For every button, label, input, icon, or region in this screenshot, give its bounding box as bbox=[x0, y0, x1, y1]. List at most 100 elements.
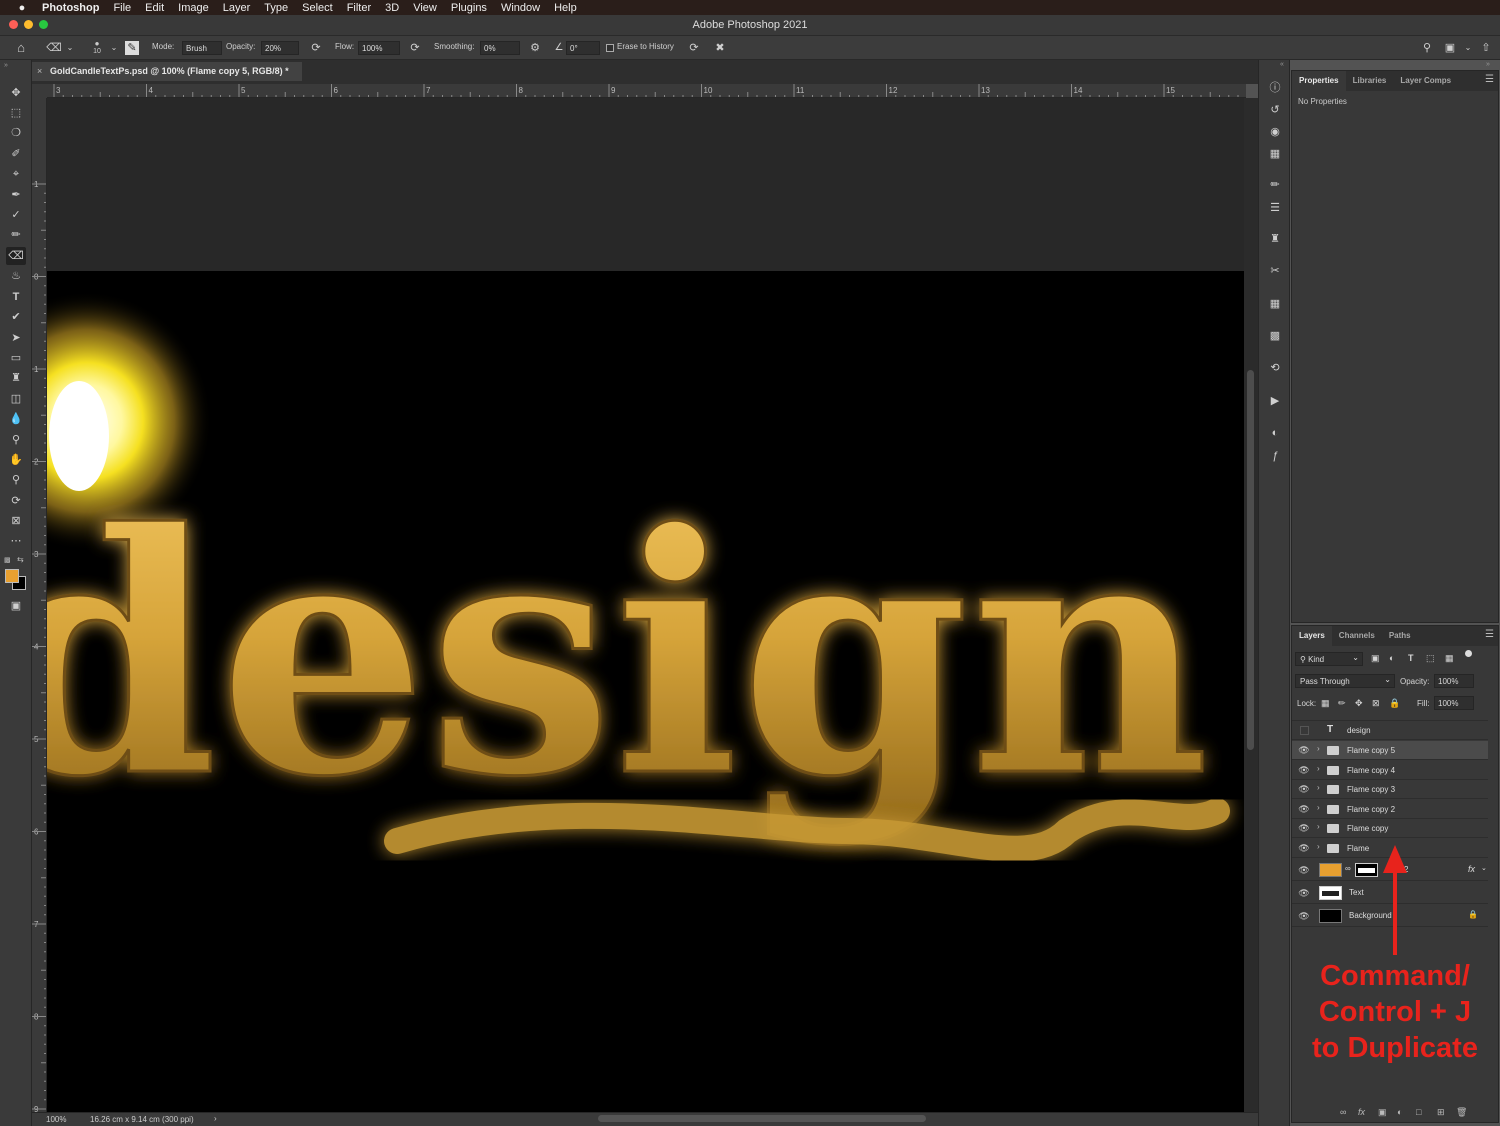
flow-input[interactable]: 100% bbox=[358, 41, 400, 55]
ruler-corner[interactable] bbox=[32, 84, 47, 98]
chevron-down-icon[interactable]: ⌄ bbox=[1460, 40, 1476, 56]
eraser-tool-preset-icon[interactable]: ⌫ bbox=[46, 40, 62, 56]
brush-size-picker[interactable]: ● 10 bbox=[88, 39, 106, 57]
styles-fx-icon[interactable]: ƒ bbox=[1266, 447, 1284, 465]
foreground-color-swatch[interactable] bbox=[5, 569, 19, 583]
add-mask-icon[interactable]: ▣ bbox=[1378, 1107, 1387, 1118]
lasso-tool-icon[interactable]: ❍ bbox=[6, 124, 26, 142]
type-tool-icon[interactable]: T bbox=[6, 288, 26, 306]
chevron-right-icon[interactable]: › bbox=[1317, 744, 1320, 753]
paint-bucket-tool-icon[interactable]: ♨ bbox=[6, 267, 26, 285]
collapse-toolbar-icon[interactable]: » bbox=[4, 62, 8, 69]
layer-filter-kind-select[interactable]: ⚲ Kind ⌄ bbox=[1295, 652, 1363, 666]
menu-window[interactable]: Window bbox=[501, 2, 540, 14]
eye-icon[interactable]: 👁 bbox=[1298, 744, 1310, 756]
panel-menu-icon[interactable]: ☰ bbox=[1485, 74, 1494, 85]
dodge-tool-icon[interactable]: ⚲ bbox=[6, 431, 26, 449]
chevron-right-icon[interactable]: › bbox=[1317, 783, 1320, 792]
brush-tool-icon[interactable]: ✏ bbox=[6, 226, 26, 244]
symmetry-icon[interactable]: ✖ bbox=[712, 40, 728, 56]
info-icon[interactable]: ⓘ bbox=[1266, 79, 1284, 97]
erase-to-history-checkbox[interactable] bbox=[606, 44, 614, 52]
document-canvas[interactable]: design bbox=[47, 271, 1244, 1112]
pressure-size-icon[interactable]: ⟳ bbox=[686, 40, 702, 56]
tab-libraries[interactable]: Libraries bbox=[1346, 71, 1394, 91]
eyedropper-tool-icon[interactable]: ✒ bbox=[6, 186, 26, 204]
panel-menu-icon[interactable]: ☰ bbox=[1485, 629, 1494, 640]
layer-thumbnail[interactable] bbox=[1319, 909, 1342, 923]
rotate-view-tool-icon[interactable]: ⟳ bbox=[6, 492, 26, 510]
clone-stamp-tool-icon[interactable]: ♜ bbox=[6, 369, 26, 387]
share-icon[interactable]: ⇧ bbox=[1478, 40, 1494, 56]
fx-icon[interactable]: fx bbox=[1468, 864, 1475, 874]
new-adjustment-icon[interactable]: ◐ bbox=[1397, 1107, 1402, 1117]
vertical-ruler[interactable]: 10123456789 bbox=[32, 98, 47, 1112]
filter-adjustment-icon[interactable]: ◐ bbox=[1389, 653, 1394, 663]
lock-position-icon[interactable]: ✥ bbox=[1355, 698, 1363, 709]
chevron-right-icon[interactable]: › bbox=[1317, 822, 1320, 831]
layer-thumbnail[interactable] bbox=[1319, 886, 1342, 900]
trash-icon[interactable]: 🗑 bbox=[1456, 1107, 1467, 1118]
lock-artboard-icon[interactable]: ⊠ bbox=[1372, 698, 1380, 709]
menu-edit[interactable]: Edit bbox=[145, 2, 164, 14]
layer-opacity-input[interactable]: 100% bbox=[1434, 674, 1474, 688]
zoom-level[interactable]: 100% bbox=[46, 1115, 66, 1124]
menu-help[interactable]: Help bbox=[554, 2, 577, 14]
eye-icon[interactable]: 👁 bbox=[1298, 803, 1310, 815]
menu-type[interactable]: Type bbox=[264, 2, 288, 14]
visibility-toggle-off[interactable] bbox=[1300, 726, 1309, 735]
menu-file[interactable]: File bbox=[113, 2, 131, 14]
grid-icon[interactable]: ▦ bbox=[1266, 295, 1284, 313]
add-style-fx-icon[interactable]: fx bbox=[1358, 1107, 1365, 1117]
lock-image-icon[interactable]: ✏ bbox=[1338, 698, 1346, 709]
chevron-down-icon[interactable]: ⌄ bbox=[1481, 864, 1487, 872]
tab-layer-comps[interactable]: Layer Comps bbox=[1393, 71, 1458, 91]
fill-color-thumbnail[interactable] bbox=[1319, 863, 1342, 877]
home-icon[interactable]: ⌂ bbox=[13, 40, 29, 56]
tab-paths[interactable]: Paths bbox=[1382, 626, 1418, 646]
collapse-panels-icon[interactable]: » bbox=[1486, 61, 1490, 68]
eye-icon[interactable]: 👁 bbox=[1298, 783, 1310, 795]
tab-channels[interactable]: Channels bbox=[1332, 626, 1382, 646]
horizontal-ruler[interactable]: 3 4 5 6 7 8 9 10 11 12 13 14 15 bbox=[47, 84, 1246, 98]
smoothing-input[interactable]: 0% bbox=[480, 41, 520, 55]
swatches-grid-icon[interactable]: ▦ bbox=[1266, 145, 1284, 163]
brush-settings-icon[interactable]: ✎ bbox=[125, 41, 139, 55]
link-icon[interactable]: ∞ bbox=[1345, 864, 1351, 873]
layer-row-flame-copy[interactable]: 👁 › Flame copy bbox=[1292, 819, 1488, 838]
rectangle-tool-icon[interactable]: ▭ bbox=[6, 349, 26, 367]
crop-tool-icon[interactable]: ⌖ bbox=[6, 165, 26, 183]
vertical-scrollbar-thumb[interactable] bbox=[1247, 370, 1254, 750]
menu-layer[interactable]: Layer bbox=[223, 2, 251, 14]
layer-row-flame-copy-4[interactable]: 👁 › Flame copy 4 bbox=[1292, 761, 1488, 780]
menu-filter[interactable]: Filter bbox=[347, 2, 371, 14]
layer-row-flame-copy-2[interactable]: 👁 › Flame copy 2 bbox=[1292, 800, 1488, 819]
angle-input[interactable]: 0° bbox=[566, 41, 600, 55]
pen-tool-icon[interactable]: ✔ bbox=[6, 308, 26, 326]
lock-all-icon[interactable]: 🔒 bbox=[1389, 698, 1400, 709]
eye-icon[interactable]: 👁 bbox=[1298, 887, 1310, 899]
filter-shape-icon[interactable]: ⬚ bbox=[1426, 653, 1435, 664]
layer-row-flame-copy-5[interactable]: 👁 › Flame copy 5 bbox=[1292, 741, 1488, 760]
adjustments-icon[interactable]: ◐ bbox=[1266, 424, 1284, 442]
chevron-right-icon[interactable]: › bbox=[1317, 803, 1320, 812]
path-selection-tool-icon[interactable]: ➤ bbox=[6, 329, 26, 347]
opacity-input[interactable]: 20% bbox=[261, 41, 299, 55]
eye-icon[interactable]: 👁 bbox=[1298, 822, 1310, 834]
horizontal-scrollbar-thumb[interactable] bbox=[598, 1115, 926, 1122]
3d-tool-icon[interactable]: ◫ bbox=[6, 390, 26, 408]
status-chevron-icon[interactable]: › bbox=[214, 1114, 217, 1123]
blur-tool-icon[interactable]: 💧 bbox=[6, 410, 26, 428]
clone-source-icon[interactable]: ♜ bbox=[1266, 230, 1284, 248]
search-icon[interactable]: ⚲ bbox=[1419, 40, 1435, 56]
menu-photoshop[interactable]: Photoshop bbox=[42, 2, 99, 14]
menu-view[interactable]: View bbox=[413, 2, 437, 14]
pressure-opacity-icon[interactable]: ⟳ bbox=[308, 40, 324, 56]
workspace-icon[interactable]: ▣ bbox=[1442, 40, 1458, 56]
link-layers-icon[interactable]: ∞ bbox=[1340, 1107, 1346, 1117]
tab-properties[interactable]: Properties bbox=[1292, 71, 1346, 91]
frame-tool-icon[interactable]: ⊠ bbox=[6, 512, 26, 530]
mode-select[interactable]: Brush bbox=[182, 41, 222, 55]
blend-mode-select[interactable]: Pass Through ⌄ bbox=[1295, 674, 1395, 688]
healing-brush-tool-icon[interactable]: ✓ bbox=[6, 206, 26, 224]
